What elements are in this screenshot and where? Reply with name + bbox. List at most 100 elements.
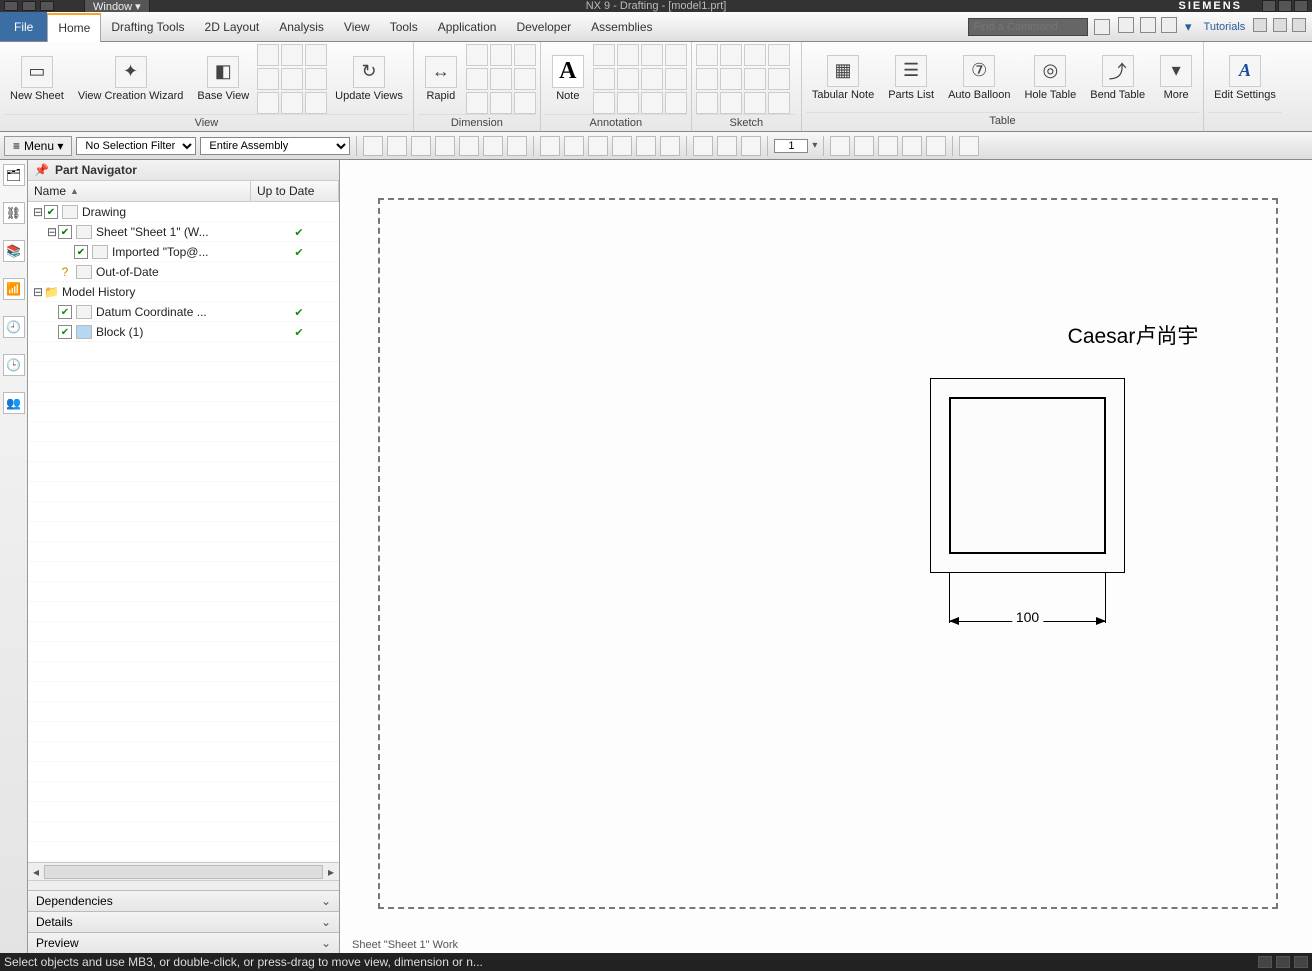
sketch-tool-icon[interactable] <box>744 92 766 114</box>
column-name[interactable]: Name▲ <box>28 181 251 201</box>
annot-tool-icon[interactable] <box>593 92 615 114</box>
history-tab-icon[interactable]: 🕘 <box>3 316 25 338</box>
selection-scope-dropdown[interactable]: Entire Assembly <box>200 137 350 155</box>
toolbar-icon[interactable] <box>540 136 560 156</box>
statusbar-icon[interactable] <box>1294 956 1308 968</box>
doc-close-button[interactable] <box>1292 18 1306 32</box>
toolbar-icon[interactable] <box>612 136 632 156</box>
tree-row-outofdate[interactable]: ? Out-of-Date <box>28 262 339 282</box>
tree-h-scrollbar[interactable]: ◂ ▸ <box>28 862 339 880</box>
sketch-tool-icon[interactable] <box>768 92 790 114</box>
view-creation-wizard-button[interactable]: ✦View Creation Wizard <box>72 54 190 104</box>
annot-tool-icon[interactable] <box>593 44 615 66</box>
tree-row-block[interactable]: ✔ Block (1) <box>28 322 339 342</box>
view-tool-icon[interactable] <box>305 68 327 90</box>
toolbar-icon[interactable] <box>411 136 431 156</box>
new-sheet-button[interactable]: ▭New Sheet <box>4 54 70 104</box>
command-search-input[interactable] <box>968 18 1088 36</box>
sketch-tool-icon[interactable] <box>696 68 718 90</box>
more-table-button[interactable]: ▾More <box>1153 53 1199 103</box>
annot-tool-icon[interactable] <box>593 68 615 90</box>
doc-minimize-button[interactable] <box>1253 18 1267 32</box>
toolbar-icon[interactable] <box>636 136 656 156</box>
drawing-view[interactable] <box>930 378 1125 573</box>
chevron-down-icon[interactable]: ▾ <box>812 140 817 151</box>
dim-tool-icon[interactable] <box>514 68 536 90</box>
tutorials-link[interactable]: Tutorials <box>1204 21 1246 33</box>
tab-analysis[interactable]: Analysis <box>269 12 334 41</box>
toolbar-icon[interactable] <box>387 136 407 156</box>
menu-button[interactable]: ≡Menu ▾ <box>4 136 72 156</box>
tree-row-drawing[interactable]: ⊟ ✔ Drawing <box>28 202 339 222</box>
collapse-icon[interactable]: ⊟ <box>32 205 44 219</box>
tab-2d-layout[interactable]: 2D Layout <box>195 12 270 41</box>
column-uptodate[interactable]: Up to Date <box>251 181 339 201</box>
toolbar-icon[interactable] <box>483 136 503 156</box>
rapid-dimension-button[interactable]: ↔Rapid <box>418 54 464 104</box>
toolbar-icon[interactable] <box>507 136 527 156</box>
toolbar-icon[interactable] <box>564 136 584 156</box>
view-tool-icon[interactable] <box>281 68 303 90</box>
annot-tool-icon[interactable] <box>641 92 663 114</box>
wave-tab-icon[interactable]: 📶 <box>3 278 25 300</box>
view-tool-icon[interactable] <box>257 44 279 66</box>
checkbox[interactable]: ✔ <box>74 245 88 259</box>
dim-tool-icon[interactable] <box>466 68 488 90</box>
chevron-up-icon[interactable] <box>1140 17 1156 33</box>
sketch-tool-icon[interactable] <box>744 68 766 90</box>
toolbar-icon[interactable] <box>959 136 979 156</box>
tabular-note-button[interactable]: ▦Tabular Note <box>806 53 880 103</box>
tree-row-sheet[interactable]: ⊟ ✔ Sheet "Sheet 1" (W... <box>28 222 339 242</box>
tree-row-imported[interactable]: ✔ Imported "Top@... <box>28 242 339 262</box>
bend-table-button[interactable]: ⤴Bend Table <box>1084 53 1151 103</box>
close-button[interactable] <box>1294 0 1308 12</box>
tab-developer[interactable]: Developer <box>506 12 581 41</box>
dim-tool-icon[interactable] <box>490 44 512 66</box>
toolbar-icon[interactable] <box>854 136 874 156</box>
checkbox[interactable]: ✔ <box>58 305 72 319</box>
pane-dependencies[interactable]: Dependencies⌄ <box>28 890 339 911</box>
sketch-tool-icon[interactable] <box>720 92 742 114</box>
toolbar-icon[interactable] <box>878 136 898 156</box>
minimize-button[interactable] <box>1262 0 1276 12</box>
annot-tool-icon[interactable] <box>665 68 687 90</box>
toolbar-icon[interactable] <box>926 136 946 156</box>
toggle-icon[interactable] <box>1118 17 1134 33</box>
dim-tool-icon[interactable] <box>490 68 512 90</box>
view-tool-icon[interactable] <box>281 92 303 114</box>
toolbar-icon[interactable] <box>459 136 479 156</box>
help-dropdown-icon[interactable]: ▾ <box>1185 19 1192 35</box>
annot-tool-icon[interactable] <box>617 44 639 66</box>
tab-view[interactable]: View <box>334 12 380 41</box>
tree-row-datum[interactable]: ✔ Datum Coordinate ... <box>28 302 339 322</box>
checkbox[interactable]: ✔ <box>58 225 72 239</box>
annot-tool-icon[interactable] <box>641 44 663 66</box>
dim-tool-icon[interactable] <box>490 92 512 114</box>
checkbox[interactable]: ✔ <box>44 205 58 219</box>
annot-tool-icon[interactable] <box>641 68 663 90</box>
maximize-button[interactable] <box>1278 0 1292 12</box>
drawing-canvas[interactable]: Caesar卢尚宇 100 Sheet "Sheet 1" Work <box>340 160 1312 953</box>
dim-tool-icon[interactable] <box>514 92 536 114</box>
numeric-input[interactable] <box>774 139 808 153</box>
collapse-icon[interactable]: ⊟ <box>46 225 58 239</box>
auto-balloon-button[interactable]: ⑦Auto Balloon <box>942 53 1016 103</box>
history-tab-icon[interactable]: 🕒 <box>3 354 25 376</box>
sketch-tool-icon[interactable] <box>744 44 766 66</box>
annot-tool-icon[interactable] <box>665 44 687 66</box>
toolbar-icon[interactable] <box>717 136 737 156</box>
statusbar-icon[interactable] <box>1276 956 1290 968</box>
drawing-note-text[interactable]: Caesar卢尚宇 <box>1068 320 1199 350</box>
assembly-navigator-tab-icon[interactable]: ⛓ <box>3 202 25 224</box>
qat-icon[interactable] <box>22 1 36 11</box>
sketch-tool-icon[interactable] <box>768 68 790 90</box>
sketch-tool-icon[interactable] <box>696 92 718 114</box>
update-views-button[interactable]: ↻Update Views <box>329 54 409 104</box>
tree-row-model-history[interactable]: ⊟ 📁 Model History <box>28 282 339 302</box>
toolbar-icon[interactable] <box>435 136 455 156</box>
view-tool-icon[interactable] <box>305 44 327 66</box>
statusbar-icon[interactable] <box>1258 956 1272 968</box>
sketch-tool-icon[interactable] <box>768 44 790 66</box>
toolbar-icon[interactable] <box>588 136 608 156</box>
tab-tools[interactable]: Tools <box>380 12 428 41</box>
